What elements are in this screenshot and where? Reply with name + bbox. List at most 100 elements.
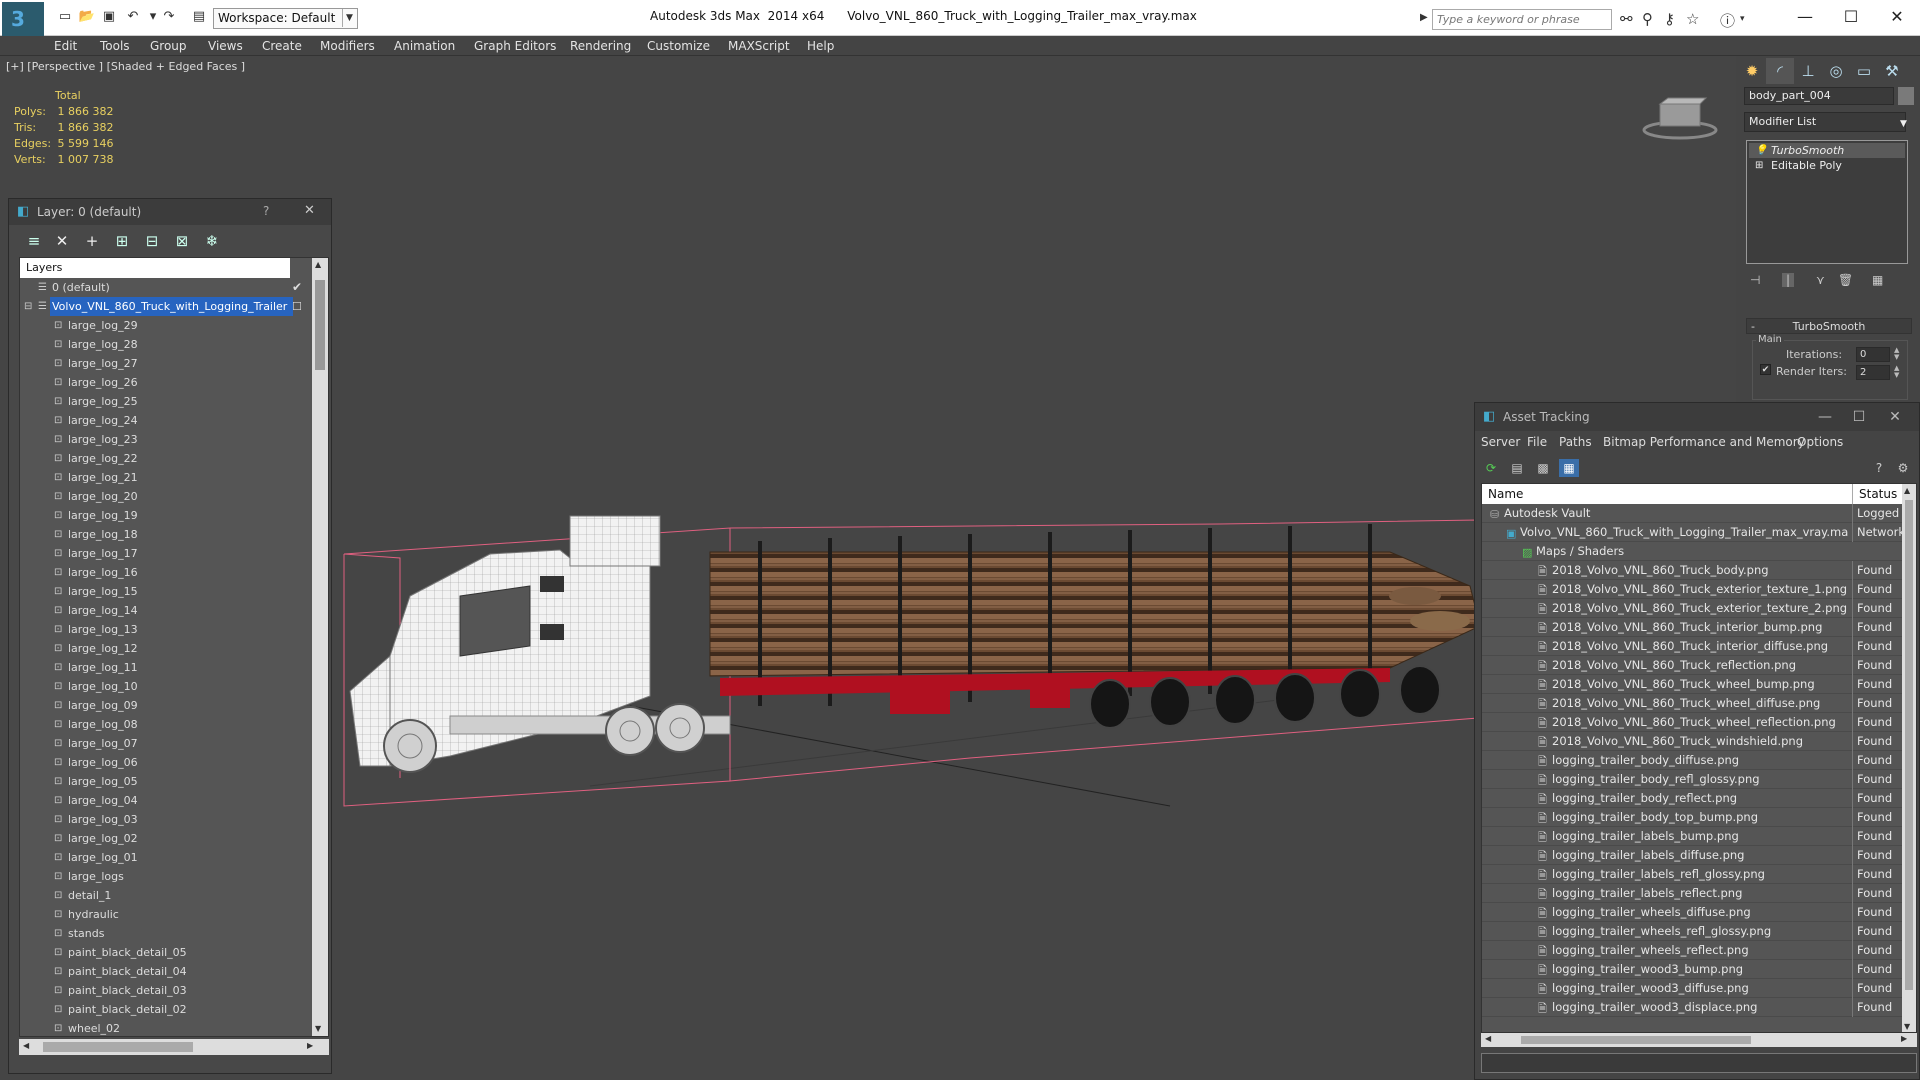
- layer-panel-titlebar[interactable]: ◧ Layer: 0 (default) ? ✕: [9, 199, 331, 225]
- layer-object-row[interactable]: ⊡ large_log_13: [20, 620, 312, 639]
- asset-row[interactable]: 🗎 2018_Volvo_VNL_860_Truck_reflection.png…: [1482, 656, 1902, 675]
- scroll-thumb[interactable]: [1905, 500, 1913, 990]
- layer-object-row[interactable]: ⊡ paint_black_detail_05: [20, 943, 312, 962]
- chevron-down-icon[interactable]: ▼: [342, 9, 356, 27]
- scroll-thumb[interactable]: [1521, 1036, 1751, 1044]
- asset-row[interactable]: 🗎 logging_trailer_labels_bump.png Found: [1482, 827, 1902, 846]
- menu-group[interactable]: Group: [150, 39, 187, 53]
- binoculars-icon[interactable]: ⚯: [1620, 10, 1633, 28]
- asset-row[interactable]: 🗎 logging_trailer_wheels_diffuse.png Found: [1482, 903, 1902, 922]
- layer-object-row[interactable]: ⊡ large_log_16: [20, 563, 312, 582]
- list-view-icon[interactable]: ▤: [1507, 459, 1527, 477]
- scroll-up-icon[interactable]: ▲: [1904, 486, 1910, 495]
- remove-modifier-icon[interactable]: 🗑: [1838, 273, 1853, 287]
- layer-object-row[interactable]: ⊡ paint_black_detail_04: [20, 962, 312, 981]
- layer-row-selected[interactable]: ⊟ ☰ Volvo_VNL_860_Truck_with_Logging_Tra…: [20, 297, 312, 316]
- minimize-button[interactable]: —: [1782, 4, 1828, 30]
- expand-plus-icon[interactable]: ⊞: [1755, 158, 1763, 173]
- app-logo-menu-button[interactable]: 3: [2, 2, 44, 36]
- menu-animation[interactable]: Animation: [394, 39, 455, 53]
- asset-path-field[interactable]: [1481, 1053, 1917, 1073]
- motion-tab-icon[interactable]: ◎: [1822, 58, 1850, 84]
- maximize-button[interactable]: ☐: [1839, 407, 1879, 427]
- layer-object-row[interactable]: ⊡ large_log_10: [20, 677, 312, 696]
- search-input[interactable]: Type a keyword or phrase: [1432, 9, 1612, 30]
- layer-object-row[interactable]: ⊡ detail_1: [20, 886, 312, 905]
- asset-row[interactable]: 🗎 2018_Volvo_VNL_860_Truck_wheel_reflecti…: [1482, 713, 1902, 732]
- layer-object-row[interactable]: ⊡ stands: [20, 924, 312, 943]
- menu-modifiers[interactable]: Modifiers: [320, 39, 375, 53]
- asset-row[interactable]: 🗎 2018_Volvo_VNL_860_Truck_interior_diffu…: [1482, 637, 1902, 656]
- scroll-right-icon[interactable]: ▶: [307, 1041, 313, 1050]
- asset-row[interactable]: 🗎 2018_Volvo_VNL_860_Truck_exterior_textu…: [1482, 599, 1902, 618]
- asset-row[interactable]: ⛁ Autodesk Vault Logged Out: [1482, 504, 1902, 523]
- layer-tree[interactable]: Layers ☰ 0 (default) ✔ ⊟ ☰ Volvo_VNL_860…: [19, 257, 329, 1037]
- show-end-result-icon[interactable]: |: [1782, 273, 1795, 287]
- object-name-field[interactable]: body_part_004: [1744, 87, 1894, 105]
- layer-object-row[interactable]: ⊡ large_log_18: [20, 525, 312, 544]
- lightbulb-icon[interactable]: 💡: [1755, 143, 1767, 158]
- asset-vertical-scrollbar[interactable]: ▲ ▼: [1902, 484, 1916, 1032]
- settings-icon[interactable]: ⚙: [1893, 459, 1913, 477]
- make-current-box-icon[interactable]: ☐: [292, 297, 302, 316]
- help-button[interactable]: ?: [263, 204, 269, 218]
- scroll-down-icon[interactable]: ▼: [1904, 1022, 1910, 1031]
- save-icon[interactable]: ▣: [100, 9, 118, 25]
- layer-row-default[interactable]: ☰ 0 (default) ✔: [20, 278, 312, 297]
- asset-row[interactable]: 🗎 2018_Volvo_VNL_860_Truck_wheel_diffuse.…: [1482, 694, 1902, 713]
- utilities-tab-icon[interactable]: ⚒: [1878, 58, 1906, 84]
- layer-object-row[interactable]: ⊡ large_logs: [20, 867, 312, 886]
- stack-item-turbosmooth[interactable]: 💡 TurboSmooth: [1749, 143, 1905, 158]
- viewcube-icon[interactable]: [1640, 92, 1720, 142]
- layer-object-row[interactable]: ⊡ large_log_07: [20, 734, 312, 753]
- configure-modifier-sets-icon[interactable]: ▦: [1872, 273, 1883, 287]
- scroll-up-icon[interactable]: ▲: [315, 260, 321, 269]
- chevron-down-icon[interactable]: ▼: [1900, 115, 1907, 133]
- iterations-spinner[interactable]: 0: [1856, 347, 1890, 362]
- asset-row[interactable]: 🗎 2018_Volvo_VNL_860_Truck_interior_bump.…: [1482, 618, 1902, 637]
- asset-row[interactable]: 🗎 logging_trailer_labels_diffuse.png Found: [1482, 846, 1902, 865]
- menu-views[interactable]: Views: [208, 39, 243, 53]
- new-file-icon[interactable]: ▭: [56, 9, 74, 25]
- menu-options[interactable]: Options: [1797, 435, 1843, 449]
- communication-center-icon[interactable]: ⚷: [1664, 10, 1675, 28]
- modifier-stack[interactable]: 💡 TurboSmooth ⊞ Editable Poly: [1746, 140, 1908, 264]
- scroll-thumb[interactable]: [315, 280, 325, 370]
- help-dropdown-icon[interactable]: ▾: [1740, 14, 1745, 24]
- asset-row[interactable]: 🗎 logging_trailer_wood3_diffuse.png Found: [1482, 979, 1902, 998]
- favorites-star-icon[interactable]: ☆: [1686, 10, 1699, 28]
- layer-object-row[interactable]: ⊡ large_log_25: [20, 392, 312, 411]
- make-unique-icon[interactable]: ⋎: [1816, 273, 1825, 287]
- layer-object-row[interactable]: ⊡ large_log_01: [20, 848, 312, 867]
- close-window-button[interactable]: ✕: [1875, 407, 1915, 427]
- thumbnail-view-icon[interactable]: ▩: [1533, 459, 1553, 477]
- spinner-arrows-icon[interactable]: ▲ ▼: [1894, 365, 1899, 379]
- menu-edit[interactable]: Edit: [54, 39, 77, 53]
- layer-object-row[interactable]: ⊡ large_log_17: [20, 544, 312, 563]
- layer-object-row[interactable]: ⊡ large_log_02: [20, 829, 312, 848]
- layer-vertical-scrollbar[interactable]: ▲ ▼: [312, 258, 328, 1036]
- menu-customize[interactable]: Customize: [647, 39, 710, 53]
- viewport-label[interactable]: [+] [Perspective ] [Shaded + Edged Faces…: [6, 60, 245, 73]
- menu-rendering[interactable]: Rendering: [570, 39, 631, 53]
- layer-object-row[interactable]: ⊡ large_log_05: [20, 772, 312, 791]
- create-tab-icon[interactable]: ✹: [1738, 58, 1766, 84]
- add-layer-icon[interactable]: +: [81, 231, 103, 251]
- layer-horizontal-scrollbar[interactable]: ◀ ▶: [19, 1039, 329, 1055]
- refresh-icon[interactable]: ⟳: [1481, 459, 1501, 477]
- truck-trailer-model[interactable]: [330, 446, 1480, 826]
- layer-object-row[interactable]: ⊡ large_log_06: [20, 753, 312, 772]
- asset-row[interactable]: 🗎 2018_Volvo_VNL_860_Truck_wheel_bump.png…: [1482, 675, 1902, 694]
- asset-row[interactable]: 🗎 logging_trailer_body_top_bump.png Found: [1482, 808, 1902, 827]
- subscription-icon[interactable]: ⚲: [1642, 10, 1653, 28]
- column-header-status[interactable]: Status: [1852, 484, 1902, 504]
- layer-object-row[interactable]: ⊡ paint_black_detail_02: [20, 1000, 312, 1019]
- layer-object-row[interactable]: ⊡ large_log_21: [20, 468, 312, 487]
- scroll-left-icon[interactable]: ◀: [1485, 1034, 1491, 1043]
- layer-object-row[interactable]: ⊡ large_log_11: [20, 658, 312, 677]
- menu-paths[interactable]: Paths: [1559, 435, 1592, 449]
- menu-maxscript[interactable]: MAXScript: [728, 39, 790, 53]
- layer-object-row[interactable]: ⊡ large_log_28: [20, 335, 312, 354]
- asset-row[interactable]: 🗎 logging_trailer_wood3_displace.png Found: [1482, 998, 1902, 1017]
- asset-row[interactable]: ▨ Maps / Shaders: [1482, 542, 1902, 561]
